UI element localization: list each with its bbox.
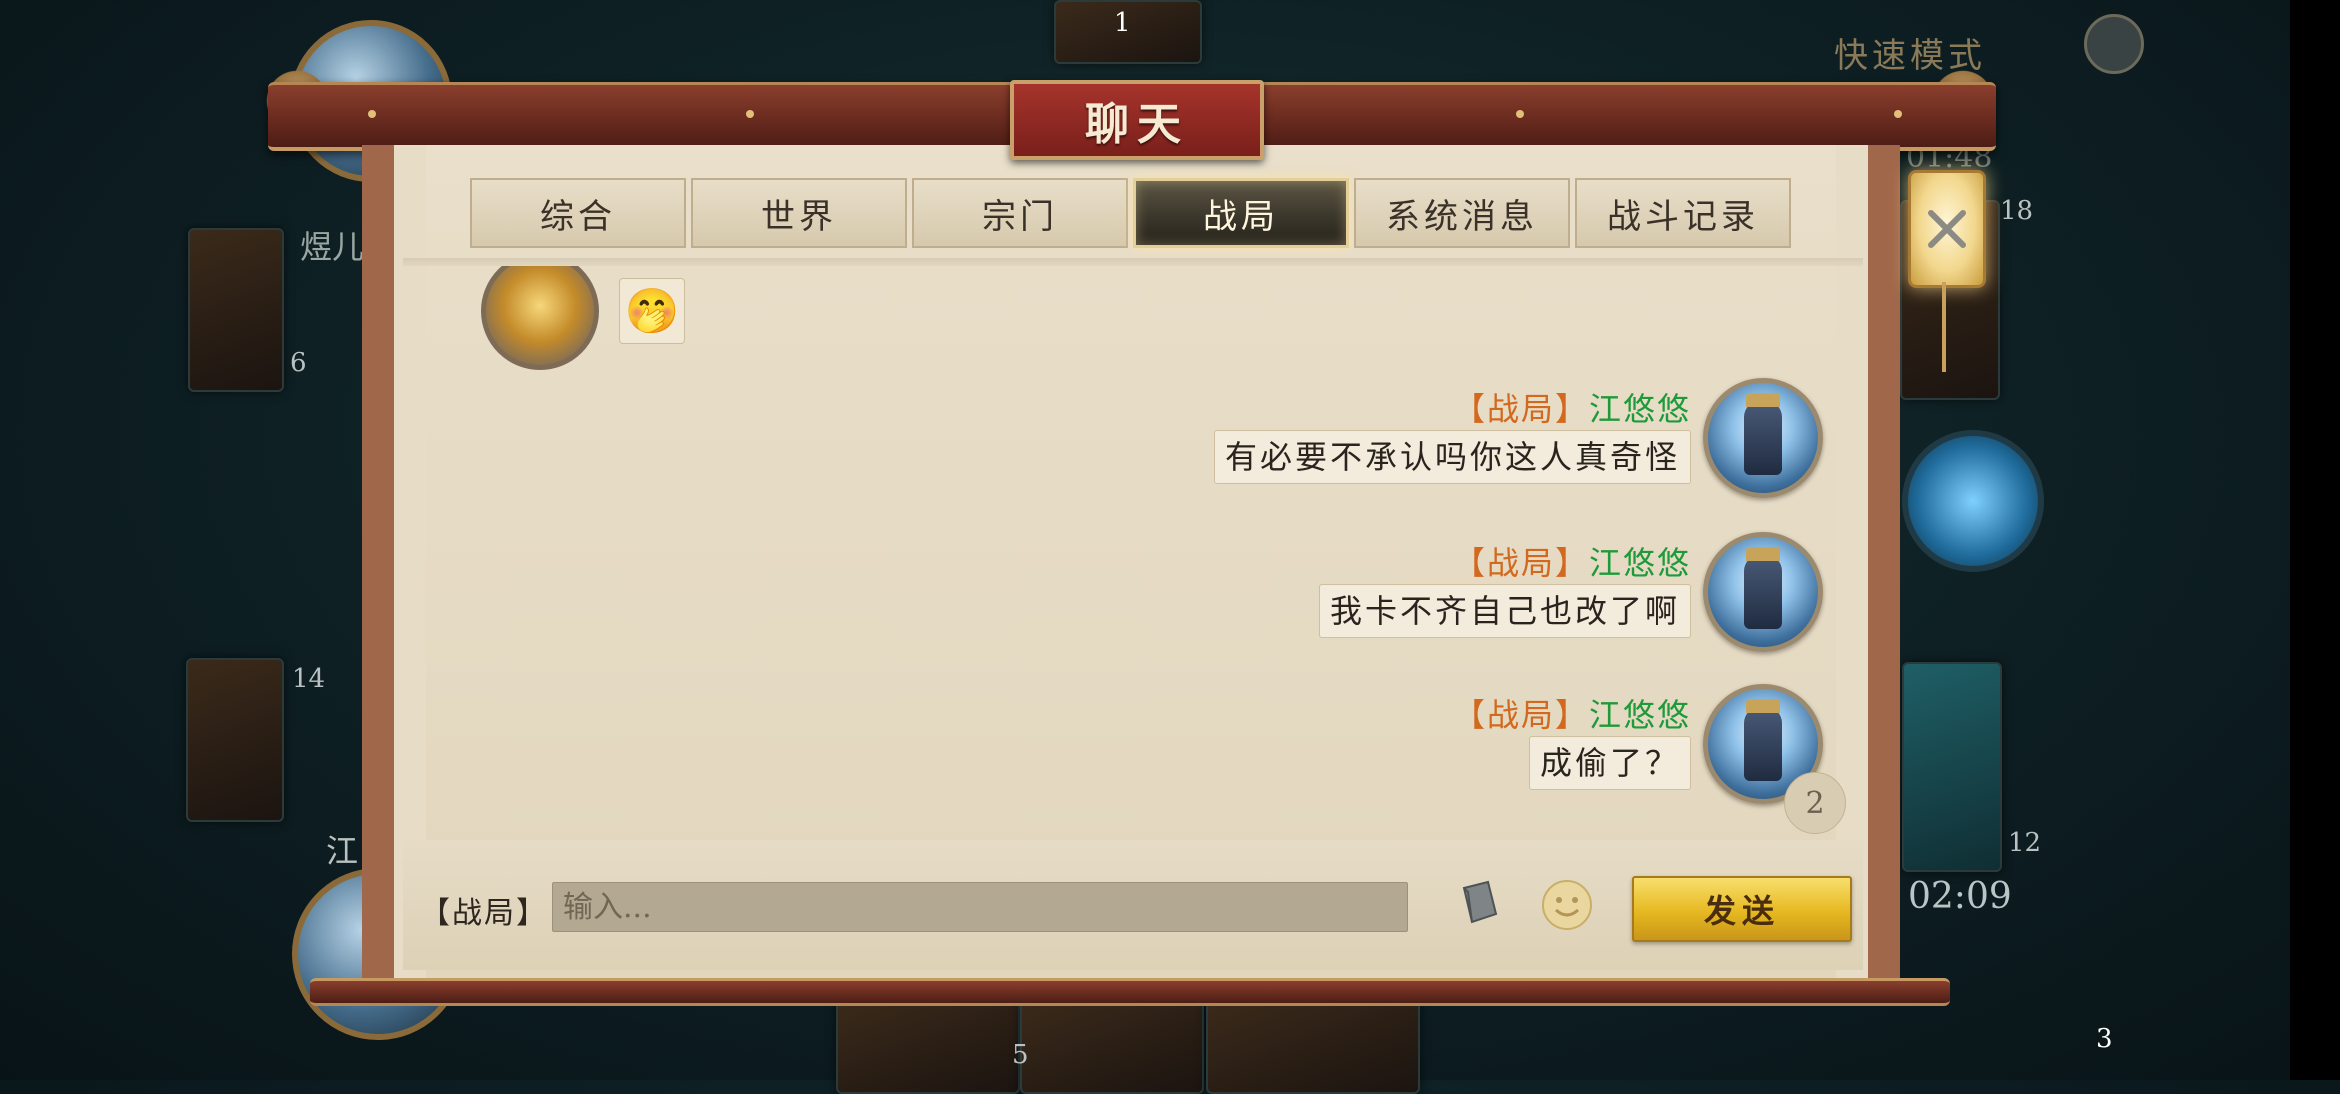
right-mid-count: 12	[2008, 828, 2042, 858]
message-channel: 【战局】	[1452, 696, 1589, 734]
chat-input[interactable]	[552, 882, 1408, 932]
tab-battle-log[interactable]: 战斗记录	[1575, 178, 1791, 248]
right-deck-count: 18	[2000, 196, 2034, 226]
message-channel: 【战局】	[1452, 390, 1589, 428]
chat-message: 【战局】江悠悠 成偷了？	[403, 684, 1863, 830]
opponent-name: 煜儿	[300, 228, 365, 266]
emoji-face-icon: 🤭	[624, 286, 680, 337]
dialog-title: 聊天	[1085, 99, 1189, 150]
bottom-right-count: 3	[2096, 1024, 2113, 1054]
chat-message-list[interactable]: 🤭 【战局】江悠悠 有必要不承认吗你这人真奇怪 【战局】江悠悠 我卡不齐自己也改…	[403, 266, 1863, 836]
tab-general[interactable]: 综合	[470, 178, 686, 248]
tab-world[interactable]: 世界	[691, 178, 907, 248]
message-channel: 【战局】	[1452, 544, 1589, 582]
message-bubble: 有必要不承认吗你这人真奇怪	[1213, 430, 1691, 484]
book-icon[interactable]	[1456, 878, 1506, 928]
top-deck-count: 1	[1114, 8, 1131, 38]
tab-sect[interactable]: 宗门	[912, 178, 1128, 248]
tab-system-messages[interactable]: 系统消息	[1354, 178, 1570, 248]
left-mid-count: 14	[292, 664, 326, 694]
send-button[interactable]: 发送	[1632, 876, 1852, 942]
bottom-hand-count: 5	[1012, 1040, 1029, 1070]
smile-icon[interactable]	[1540, 878, 1594, 932]
close-button[interactable]	[1908, 170, 1986, 288]
message-sender[interactable]: 江悠悠	[1589, 696, 1691, 734]
message-header: 【战局】江悠悠	[1453, 384, 1691, 430]
message-sender[interactable]: 江悠悠	[1589, 390, 1691, 428]
dialog-frame-bottom	[310, 978, 1950, 1006]
dialog-title-plaque: 聊天	[1010, 80, 1264, 160]
left-hand-card	[188, 228, 284, 392]
chat-message: 【战局】江悠悠 有必要不承认吗你这人真奇怪	[403, 378, 1863, 524]
rivet	[368, 110, 376, 118]
rivet	[1894, 110, 1902, 118]
tab-battle[interactable]: 战局	[1133, 178, 1349, 248]
message-header: 【战局】江悠悠	[1453, 690, 1691, 736]
message-header: 【战局】江悠悠	[1453, 538, 1691, 584]
emoji-message: 🤭	[619, 278, 685, 344]
player-name-partial: 江	[326, 832, 359, 870]
message-bubble: 我卡不齐自己也改了啊	[1318, 584, 1691, 638]
left-card-count: 6	[290, 348, 307, 378]
sender-avatar[interactable]	[1703, 532, 1823, 652]
chat-tabs: 综合 世界 宗门 战局 系统消息 战斗记录	[470, 178, 1796, 248]
input-channel-label[interactable]: 【战局】	[420, 888, 548, 932]
document-icon[interactable]	[2084, 14, 2144, 74]
message-sender[interactable]: 江悠悠	[1589, 544, 1691, 582]
close-icon	[1928, 210, 1966, 248]
other-player-avatar[interactable]	[481, 266, 599, 370]
chat-message: 【战局】江悠悠 我卡不齐自己也改了啊	[403, 532, 1863, 678]
sender-avatar[interactable]	[1703, 378, 1823, 498]
rivet	[746, 110, 754, 118]
left-mid-card	[186, 658, 284, 822]
rivet	[1516, 110, 1524, 118]
unread-count-badge[interactable]: 2	[1784, 772, 1846, 834]
tab-divider	[403, 258, 1863, 266]
message-bubble: 成偷了？	[1528, 736, 1691, 790]
right-mid-card	[1902, 662, 2002, 872]
screen-edge	[2290, 0, 2340, 1080]
lantern-tassel	[1942, 282, 1946, 372]
right-portal	[1902, 430, 2044, 572]
turn-timer: 02:09	[1908, 876, 2012, 917]
